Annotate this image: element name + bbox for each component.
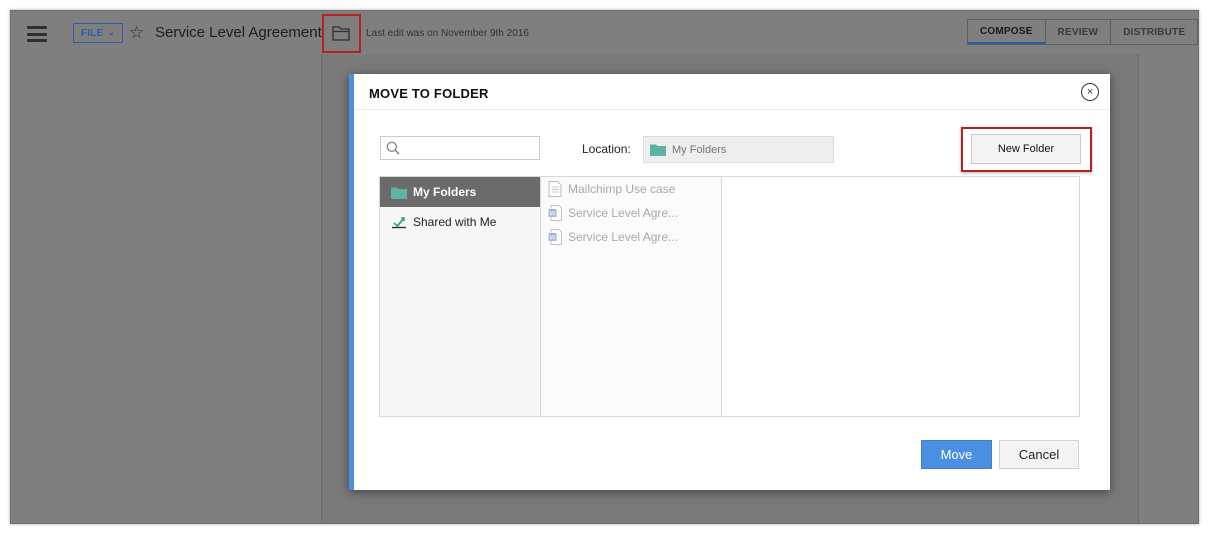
- nav-item-my-folders[interactable]: My Folders: [380, 177, 540, 207]
- folder-icon: [650, 144, 666, 156]
- tab-compose[interactable]: COMPOSE: [968, 20, 1046, 44]
- tab-review[interactable]: REVIEW: [1046, 20, 1112, 44]
- folder-icon[interactable]: [331, 24, 351, 42]
- cancel-button[interactable]: Cancel: [999, 440, 1079, 469]
- detail-column: [722, 177, 1079, 416]
- nav-item-label: My Folders: [413, 185, 477, 199]
- word-document-icon: W: [548, 229, 562, 245]
- nav-item-label: Shared with Me: [413, 215, 497, 229]
- app-window: FILE ⌄ ☆ Service Level Agreement Last ed…: [10, 10, 1199, 524]
- file-item-service-level-2[interactable]: W Service Level Agre...: [548, 227, 678, 247]
- file-item-service-level-1[interactable]: W Service Level Agre...: [548, 203, 678, 223]
- file-name: Mailchimp Use case: [568, 182, 676, 196]
- shared-icon: [392, 217, 406, 229]
- mode-tabs: COMPOSE REVIEW DISTRIBUTE: [967, 19, 1198, 45]
- file-item-mailchimp[interactable]: Mailchimp Use case: [548, 179, 675, 199]
- svg-text:W: W: [550, 235, 556, 242]
- new-folder-button[interactable]: New Folder: [971, 134, 1081, 164]
- word-document-icon: W: [548, 205, 562, 221]
- folder-browser: My Folders Shared with Me Mailchimp Use …: [379, 176, 1080, 417]
- nav-item-shared-with-me[interactable]: Shared with Me: [380, 207, 540, 237]
- top-toolbar: FILE ⌄ ☆ Service Level Agreement Last ed…: [11, 11, 1198, 57]
- tab-distribute[interactable]: DISTRIBUTE: [1111, 20, 1197, 44]
- folder-icon: [391, 187, 407, 199]
- file-menu-button[interactable]: FILE ⌄: [73, 23, 123, 43]
- file-name: Service Level Agre...: [568, 206, 679, 220]
- folder-tree-column: My Folders Shared with Me: [380, 177, 541, 416]
- search-input[interactable]: [405, 139, 535, 157]
- search-icon: [386, 141, 400, 155]
- svg-text:W: W: [550, 211, 556, 218]
- chevron-down-icon: ⌄: [107, 26, 116, 37]
- dialog-header: MOVE TO FOLDER ×: [354, 74, 1110, 110]
- last-edit-info: Last edit was on November 9th 2016: [366, 28, 529, 39]
- folder-search-box[interactable]: [380, 136, 540, 160]
- dialog-title: MOVE TO FOLDER: [369, 86, 489, 101]
- close-icon[interactable]: ×: [1081, 83, 1099, 101]
- location-label: Location:: [582, 142, 631, 156]
- file-list-column: Mailchimp Use case W Service Level Agre.…: [541, 177, 722, 416]
- move-button[interactable]: Move: [921, 440, 992, 469]
- menu-icon[interactable]: [27, 26, 47, 42]
- file-menu-label: FILE: [80, 27, 104, 39]
- document-icon: [548, 181, 562, 197]
- star-icon[interactable]: ☆: [129, 22, 144, 44]
- document-title[interactable]: Service Level Agreement: [155, 24, 322, 41]
- file-name: Service Level Agre...: [568, 230, 679, 244]
- location-field: My Folders: [643, 136, 834, 163]
- move-to-folder-dialog: MOVE TO FOLDER × Location: My Folders Ne…: [349, 74, 1110, 490]
- location-value: My Folders: [672, 143, 727, 156]
